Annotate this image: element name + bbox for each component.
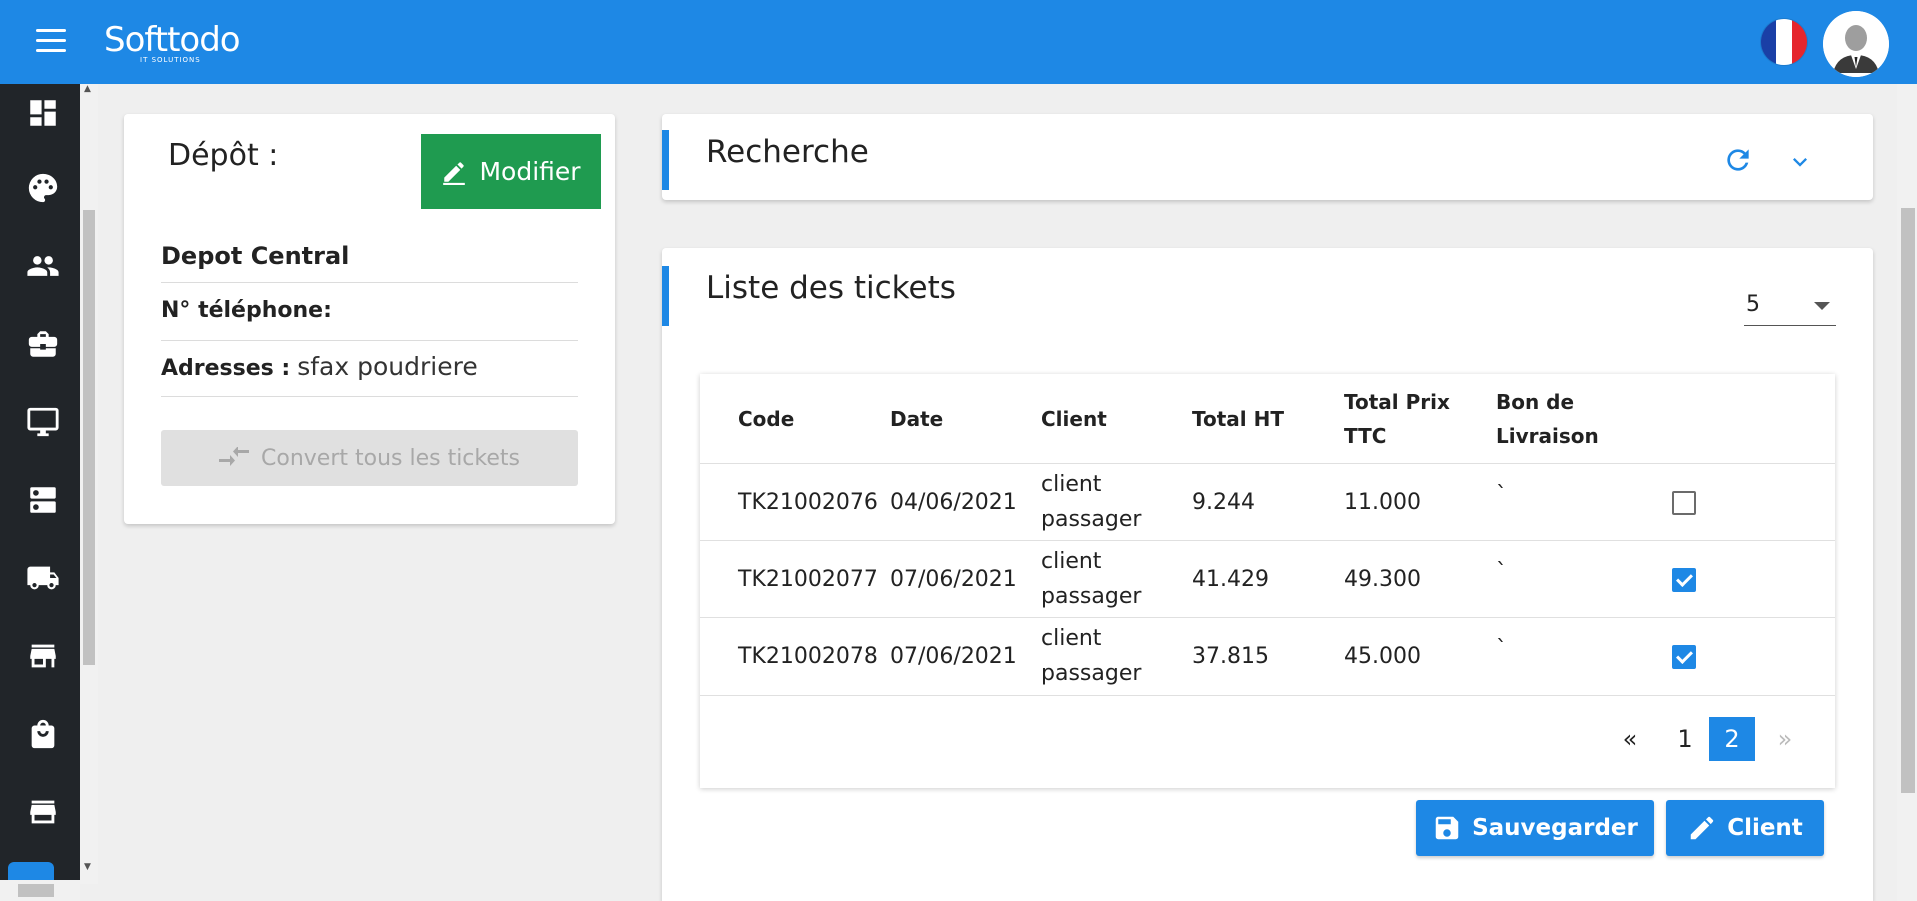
divider (161, 396, 578, 397)
pagination-next[interactable]: » (1770, 717, 1800, 761)
refresh-icon[interactable] (1722, 144, 1754, 176)
chevron-down-icon[interactable] (1786, 148, 1814, 176)
ticket-client: client passager (1041, 626, 1142, 686)
server-icon[interactable] (26, 483, 60, 517)
save-button[interactable]: Sauvegarder (1416, 800, 1654, 856)
ticket-total-ht: 41.429 (1192, 566, 1269, 592)
logo: Softtodo (104, 20, 241, 60)
shop-icon[interactable] (26, 795, 60, 829)
column-header: Total Prix TTC (1344, 390, 1450, 448)
column-header: Bon de Livraison (1496, 390, 1599, 448)
modify-label: Modifier (479, 157, 581, 186)
column-header: Client (1041, 407, 1107, 431)
address-row: Adresses : sfax poudriere (161, 352, 478, 381)
column-header: Total HT (1192, 407, 1284, 431)
depot-card: Dépôt : Modifier Depot Central N° téléph… (124, 114, 615, 524)
pencil-icon (443, 161, 466, 185)
menu-icon[interactable] (36, 29, 66, 53)
accent-bar (662, 266, 669, 326)
ticket-total-ht: 9.244 (1192, 489, 1255, 515)
compare-arrows-icon (219, 447, 249, 466)
ticket-client: client passager (1041, 472, 1142, 532)
tickets-table: Code Date Client Total HT Total Prix TTC… (700, 374, 1835, 788)
ticket-total-ttc: 49.300 (1344, 566, 1421, 592)
truck-icon[interactable] (26, 561, 60, 595)
top-bar: Softtodo IT SOLUTIONS (0, 0, 1917, 84)
client-button[interactable]: Client (1666, 800, 1824, 856)
main-scroll-thumb[interactable] (1901, 208, 1915, 793)
horizontal-scroll-thumb[interactable] (18, 884, 54, 897)
scroll-down-icon[interactable]: ▼ (84, 862, 91, 872)
client-label: Client (1727, 815, 1803, 841)
search-panel-title: Recherche (706, 134, 869, 170)
avatar[interactable] (1823, 11, 1889, 77)
ticket-total-ttc: 45.000 (1344, 643, 1421, 669)
ticket-code: TK21002077 (738, 566, 878, 592)
pagination-prev[interactable]: « (1615, 717, 1645, 761)
row-checkbox[interactable] (1672, 568, 1696, 592)
tickets-panel-title: Liste des tickets (706, 270, 956, 306)
phone-label: N° téléphone: (161, 298, 332, 323)
convert-label: Convert tous les tickets (261, 445, 520, 471)
convert-tickets-button[interactable]: Convert tous les tickets (161, 430, 578, 486)
users-icon[interactable] (26, 249, 60, 283)
column-header: Code (738, 407, 795, 431)
depot-name: Depot Central (161, 242, 350, 270)
modify-button[interactable]: Modifier (421, 134, 601, 209)
table-row: TK21002077 07/06/2021 client passager 41… (700, 540, 1835, 617)
phone-row: N° téléphone: (161, 298, 332, 323)
dropdown-arrow-icon (1814, 302, 1830, 310)
sidebar (0, 84, 80, 901)
french-flag-icon[interactable] (1761, 19, 1807, 65)
table-row: TK21002078 07/06/2021 client passager 37… (700, 617, 1835, 694)
shopping-bag-icon[interactable] (26, 717, 60, 751)
accent-bar (662, 130, 669, 190)
table-row: TK21002076 04/06/2021 client passager 9.… (700, 463, 1835, 540)
ticket-bon-livraison: ` (1496, 483, 1507, 508)
per-page-value: 5 (1746, 292, 1760, 317)
ticket-date: 07/06/2021 (890, 566, 1017, 592)
ticket-bon-livraison: ` (1496, 637, 1507, 662)
address-value: sfax poudriere (297, 352, 478, 381)
store-icon[interactable] (26, 639, 60, 673)
divider (700, 695, 1835, 696)
pencil-icon (1690, 816, 1714, 840)
address-label: Adresses : (161, 356, 291, 381)
divider (161, 340, 578, 341)
save-icon (1435, 816, 1459, 840)
pagination-page-1[interactable]: 1 (1663, 717, 1707, 761)
briefcase-icon[interactable] (26, 327, 60, 361)
row-checkbox[interactable] (1672, 491, 1696, 515)
ticket-bon-livraison: ` (1496, 560, 1507, 585)
search-panel[interactable]: Recherche (662, 114, 1873, 200)
ticket-total-ttc: 11.000 (1344, 489, 1421, 515)
depot-title: Dépôt : (168, 138, 279, 173)
logo-subtitle: IT SOLUTIONS (140, 56, 201, 64)
row-checkbox[interactable] (1672, 645, 1696, 669)
ticket-date: 07/06/2021 (890, 643, 1017, 669)
ticket-date: 04/06/2021 (890, 489, 1017, 515)
monitor-icon[interactable] (26, 405, 60, 439)
tickets-panel: Liste des tickets 5 Code Date Client Tot… (662, 248, 1873, 901)
ticket-code: TK21002076 (738, 489, 878, 515)
scroll-up-icon[interactable]: ▲ (84, 84, 91, 94)
per-page-select[interactable]: 5 (1744, 288, 1836, 326)
ticket-client: client passager (1041, 549, 1142, 609)
ticket-total-ht: 37.815 (1192, 643, 1269, 669)
sidebar-scroll-thumb[interactable] (83, 210, 95, 665)
pagination-page-2[interactable]: 2 (1709, 717, 1755, 761)
palette-icon[interactable] (26, 171, 60, 205)
dashboard-icon[interactable] (26, 96, 60, 130)
save-label: Sauvegarder (1472, 815, 1638, 841)
divider (161, 282, 578, 283)
ticket-code: TK21002078 (738, 643, 878, 669)
column-header: Date (890, 407, 944, 431)
